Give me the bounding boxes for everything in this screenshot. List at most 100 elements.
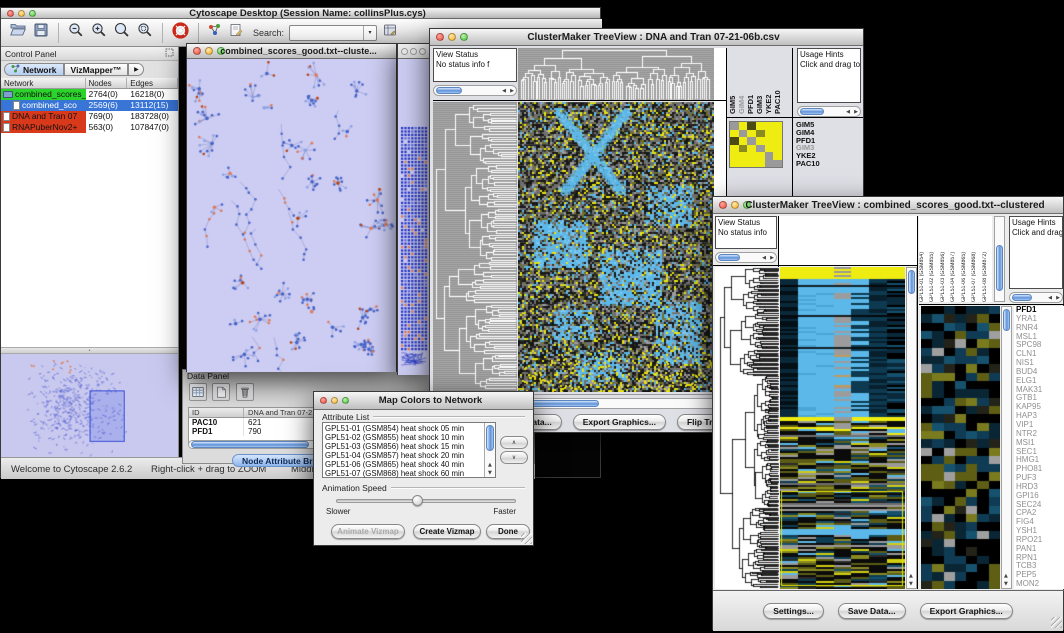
tab-overflow-arrow[interactable]: ▶ [128, 63, 144, 76]
network-graph-view[interactable] [187, 59, 396, 372]
scroll-up-icon[interactable]: ▲ [909, 573, 913, 579]
move-up-button[interactable]: ∧ [500, 436, 528, 449]
move-down-button[interactable]: ∨ [500, 451, 528, 464]
tab-network[interactable]: Network [4, 63, 64, 76]
close-button[interactable] [7, 10, 14, 17]
tv2-button-2[interactable]: Export Graphics... [920, 603, 1013, 619]
dialog-button-1[interactable]: Create Vizmap [413, 524, 481, 539]
minimize-button[interactable] [331, 397, 338, 404]
scrollbar-thumb[interactable] [996, 245, 1003, 291]
close-button[interactable] [719, 201, 727, 209]
zoom-out-icon[interactable] [67, 21, 85, 44]
tv2-usage-hscrollbar[interactable]: ◀ ▶ [1009, 292, 1063, 303]
tv2-row-dendrogram[interactable] [715, 267, 779, 589]
tv2-heatmap-vscrollbar[interactable]: ▲ ▼ [906, 267, 917, 589]
table-grid-icon[interactable] [189, 383, 207, 401]
help-lifering-icon[interactable] [171, 21, 190, 45]
gene-list[interactable]: PFD1YRA1RNR4MSL1SPC98CLN1NIS1BUD4ELG1MAK… [1014, 306, 1064, 589]
scrollbar-thumb[interactable] [718, 254, 740, 261]
scroll-down-icon[interactable]: ▼ [909, 581, 913, 587]
scroll-right-icon[interactable]: ▶ [1056, 295, 1060, 301]
search-options-icon[interactable] [382, 22, 398, 43]
resize-grip[interactable] [521, 533, 532, 544]
similarity-matrix[interactable] [729, 121, 783, 168]
scroll-up-icon[interactable]: ▲ [1004, 573, 1008, 579]
tv1-row-dendrogram[interactable] [433, 102, 517, 392]
scroll-left-icon[interactable]: ◀ [1048, 295, 1052, 301]
tab-vizmapper[interactable]: VizMapper™ [64, 63, 129, 76]
scroll-right-icon[interactable]: ▶ [770, 255, 774, 261]
minimize-button[interactable] [410, 48, 417, 55]
attribute-item[interactable]: GPL51-04 (GSM857) heat shock 20 min [323, 451, 483, 460]
search-combobox[interactable]: ▾ [289, 25, 377, 41]
tv1-usage-hscrollbar[interactable]: ◀ ▶ [797, 106, 861, 117]
network-row[interactable]: combined_sco2569(6)13112(15) [1, 100, 178, 111]
tv2-status-hscrollbar[interactable]: ◀ ▶ [715, 252, 777, 263]
scrollbar-thumb[interactable] [191, 441, 309, 448]
scroll-right-icon[interactable]: ▶ [510, 88, 514, 94]
tv2-zoom-vscrollbar[interactable]: ▲ ▼ [1001, 306, 1012, 589]
network-window-titlebar[interactable]: combined_scores_good.txt--cluste... [187, 44, 396, 59]
scrollbar-thumb[interactable] [486, 425, 494, 451]
tv1-column-dendrogram[interactable] [518, 48, 714, 100]
scroll-left-icon[interactable]: ◀ [502, 88, 506, 94]
attribute-item[interactable]: GPL51-02 (GSM855) heat shock 10 min [323, 433, 483, 442]
dialog-titlebar[interactable]: Map Colors to Network [314, 392, 533, 410]
combo-arrow-icon[interactable]: ▾ [363, 26, 376, 40]
scrollbar-thumb[interactable] [436, 87, 462, 94]
close-button[interactable] [436, 33, 444, 41]
close-button[interactable] [193, 47, 201, 55]
scroll-up-icon[interactable]: ▲ [488, 462, 492, 468]
annotation-icon[interactable] [228, 22, 244, 43]
column-network[interactable]: Network [1, 78, 86, 88]
birdseye-view[interactable] [1, 354, 178, 457]
trash-icon[interactable] [236, 383, 254, 401]
search-input[interactable] [290, 28, 363, 38]
close-button[interactable] [401, 48, 408, 55]
network-window-2-titlebar[interactable] [398, 44, 430, 59]
scroll-down-icon[interactable]: ▼ [1004, 581, 1008, 587]
column-nodes[interactable]: Nodes [86, 78, 128, 88]
scrollbar-thumb[interactable] [908, 270, 915, 294]
tv2-button-0[interactable]: Settings... [763, 603, 824, 619]
tv2-heatmap-zoom[interactable] [921, 306, 1000, 589]
scroll-right-icon[interactable]: ▶ [854, 109, 858, 115]
tv2-heatmap-global[interactable] [780, 267, 905, 589]
tv2-button-1[interactable]: Save Data... [838, 603, 906, 619]
float-panel-icon[interactable] [165, 48, 174, 59]
zoom-button[interactable] [419, 48, 426, 55]
attribute-list-vscrollbar[interactable]: ▲ ▼ [484, 423, 495, 477]
tv1-status-hscrollbar[interactable]: ◀ ▶ [433, 85, 517, 96]
attribute-item[interactable]: GPL51-07 (GSM868) heat shock 60 min [323, 469, 483, 478]
minimize-button[interactable] [18, 10, 25, 17]
network-row[interactable]: RNAPuberNov2+563(0)107847(0) [1, 122, 178, 133]
save-icon[interactable] [32, 21, 50, 44]
resize-grip[interactable] [1051, 617, 1062, 628]
panel-divider[interactable]: • [1, 347, 178, 354]
network-graph-view-2[interactable] [398, 59, 430, 375]
scrollbar-thumb[interactable] [1012, 294, 1032, 301]
animation-speed-slider[interactable] [336, 499, 516, 503]
attribute-item[interactable]: GPL51-06 (GSM865) heat shock 40 min [323, 460, 483, 469]
new-document-icon[interactable] [212, 383, 230, 401]
network-row[interactable]: DNA and Tran 07769(0)183728(0) [1, 111, 178, 122]
tv2-titlebar[interactable]: ClusterMaker TreeView : combined_scores_… [713, 197, 1063, 214]
scrollbar-thumb[interactable] [800, 108, 824, 115]
close-button[interactable] [320, 397, 327, 404]
gene-label[interactable]: MON2 [1016, 580, 1064, 589]
tv1-button-1[interactable]: Export Graphics... [573, 414, 666, 430]
open-file-icon[interactable] [9, 21, 27, 44]
attribute-item[interactable]: GPL51-03 (GSM856) heat shock 15 min [323, 442, 483, 451]
zoom-selected-icon[interactable] [136, 21, 154, 44]
network-nodes-icon[interactable] [207, 22, 223, 43]
zoom-in-icon[interactable] [90, 21, 108, 44]
zoom-fit-icon[interactable] [113, 21, 131, 44]
slider-thumb[interactable] [412, 495, 423, 506]
column-edges[interactable]: Edges [127, 78, 178, 88]
scroll-left-icon[interactable]: ◀ [846, 109, 850, 115]
tv1-heatmap-global[interactable] [518, 102, 714, 392]
scrollbar-thumb[interactable] [1003, 309, 1010, 331]
tv2-labels-vscrollbar[interactable] [994, 216, 1005, 302]
scroll-down-icon[interactable]: ▼ [488, 470, 492, 476]
attribute-item[interactable]: GPL51-01 (GSM854) heat shock 05 min [323, 424, 483, 433]
